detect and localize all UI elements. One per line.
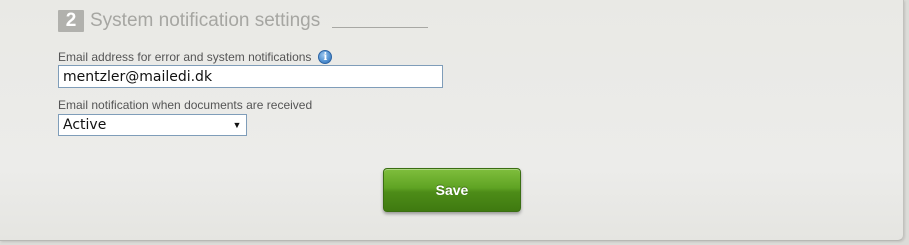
email-notification-selected-value: Active <box>63 117 107 133</box>
section-header: 2 System notification settings <box>58 9 429 33</box>
email-field-label: Email address for error and system notif… <box>58 50 312 64</box>
settings-panel: 2 System notification settings Email add… <box>0 0 904 241</box>
email-address-input[interactable] <box>58 65 443 88</box>
notification-field-label: Email notification when documents are re… <box>58 98 313 112</box>
save-button[interactable]: Save <box>383 168 521 212</box>
info-icon[interactable]: i <box>318 50 333 64</box>
section-divider <box>332 26 429 28</box>
dropdown-arrow-icon[interactable]: ▼ <box>228 120 246 130</box>
email-notification-select[interactable]: Active ▼ <box>58 114 247 136</box>
step-number-badge: 2 <box>58 10 84 32</box>
notification-field-label-row: Email notification when documents are re… <box>58 98 312 112</box>
email-field-label-row: Email address for error and system notif… <box>58 50 333 64</box>
section-title: System notification settings <box>90 10 321 31</box>
